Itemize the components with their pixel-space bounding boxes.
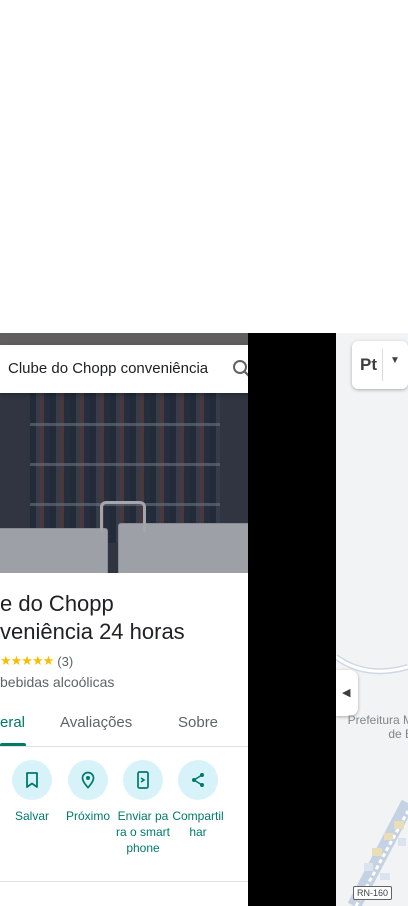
rating-row[interactable]: ★★★★★ (3) bbox=[0, 653, 73, 669]
tab-reviews[interactable]: Avaliações bbox=[60, 714, 132, 731]
rating-stars: ★★★★★ bbox=[0, 653, 54, 668]
chevron-left-icon: ◀ bbox=[342, 687, 351, 699]
road-badge: RN-160 bbox=[353, 886, 393, 900]
layers-button[interactable]: Pt ▼ bbox=[352, 341, 408, 389]
place-panel: e do Chopp veniência 24 horas ★★★★★ (3) … bbox=[0, 333, 248, 906]
collapse-panel-button[interactable]: ◀ bbox=[336, 670, 358, 716]
divider bbox=[0, 881, 248, 882]
tab-bar: eral Avaliações Sobre bbox=[0, 708, 248, 747]
send-to-phone-label: Enviar para o smartphone bbox=[116, 809, 171, 855]
tab-about[interactable]: Sobre bbox=[178, 714, 218, 731]
map-area[interactable] bbox=[336, 333, 408, 906]
tab-overview[interactable]: eral bbox=[0, 714, 25, 731]
share-icon bbox=[178, 760, 218, 800]
tab-indicator bbox=[0, 743, 26, 746]
share-label: Compartilhar bbox=[172, 809, 224, 839]
layers-label: Pt bbox=[360, 355, 377, 374]
save-label: Salvar bbox=[14, 809, 49, 823]
rating-count: (3) bbox=[57, 653, 74, 669]
nearby-pin-icon bbox=[68, 760, 108, 800]
share-button[interactable]: Compartilhar bbox=[171, 760, 225, 840]
black-strip bbox=[248, 333, 336, 906]
map-features bbox=[336, 654, 408, 906]
bookmark-icon bbox=[12, 760, 52, 800]
place-title: e do Chopp veniência 24 horas bbox=[0, 591, 185, 644]
place-category[interactable]: bebidas alcoólicas bbox=[0, 674, 114, 690]
send-to-phone-button[interactable]: Enviar para o smartphone bbox=[116, 760, 170, 856]
save-button[interactable]: Salvar bbox=[5, 760, 59, 824]
nearby-button[interactable]: Próximo bbox=[61, 760, 115, 824]
blank-area bbox=[0, 0, 408, 333]
map-place-label[interactable]: Prefeitura M de B bbox=[333, 713, 408, 741]
phone-send-icon bbox=[123, 760, 163, 800]
nearby-label: Próximo bbox=[65, 809, 110, 823]
search-input[interactable]: Clube do Chopp conveniência bbox=[8, 360, 208, 377]
caret-down-icon[interactable]: ▼ bbox=[390, 355, 400, 366]
